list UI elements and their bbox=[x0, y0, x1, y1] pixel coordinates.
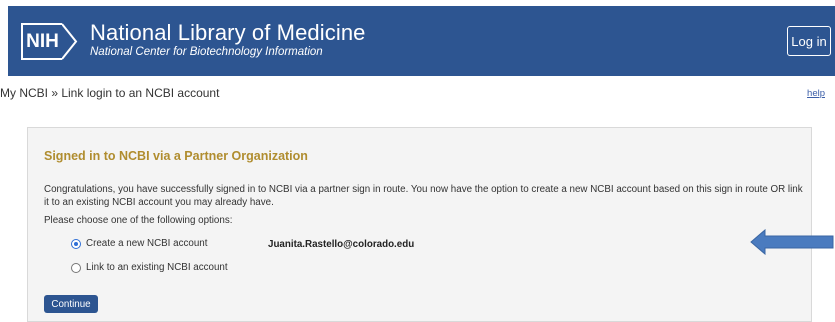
annotation-arrow-icon bbox=[750, 229, 834, 255]
radio-create-account[interactable] bbox=[71, 238, 81, 249]
help-link[interactable]: help bbox=[807, 88, 825, 99]
option-create-account[interactable]: Create a new NCBI account bbox=[71, 238, 207, 249]
breadcrumb: My NCBI » Link login to an NCBI account bbox=[0, 86, 220, 100]
nih-logo-arrow-icon bbox=[62, 23, 78, 60]
option-create-account-label: Create a new NCBI account bbox=[86, 238, 208, 249]
signed-in-email: Juanita.Rastello@colorado.edu bbox=[268, 239, 415, 250]
nih-logo[interactable]: NIH bbox=[21, 23, 78, 60]
option-link-account[interactable]: Link to an existing NCBI account bbox=[71, 262, 228, 273]
intro-text: Congratulations, you have successfully s… bbox=[44, 184, 803, 208]
continue-button[interactable]: Continue bbox=[44, 295, 98, 313]
radio-link-account[interactable] bbox=[71, 262, 81, 273]
option-link-account-label: Link to an existing NCBI account bbox=[86, 262, 228, 273]
partner-signin-panel: Signed in to NCBI via a Partner Organiza… bbox=[27, 127, 812, 322]
panel-title: Signed in to NCBI via a Partner Organiza… bbox=[44, 149, 308, 163]
choose-options-label: Please choose one of the following optio… bbox=[44, 215, 233, 226]
site-header: NIH National Library of Medicine Nationa… bbox=[8, 6, 835, 76]
nih-logo-text: NIH bbox=[21, 23, 62, 60]
brand-title[interactable]: National Library of Medicine bbox=[90, 20, 366, 46]
login-button[interactable]: Log in bbox=[787, 26, 831, 56]
brand-subtitle: National Center for Biotechnology Inform… bbox=[90, 46, 323, 58]
